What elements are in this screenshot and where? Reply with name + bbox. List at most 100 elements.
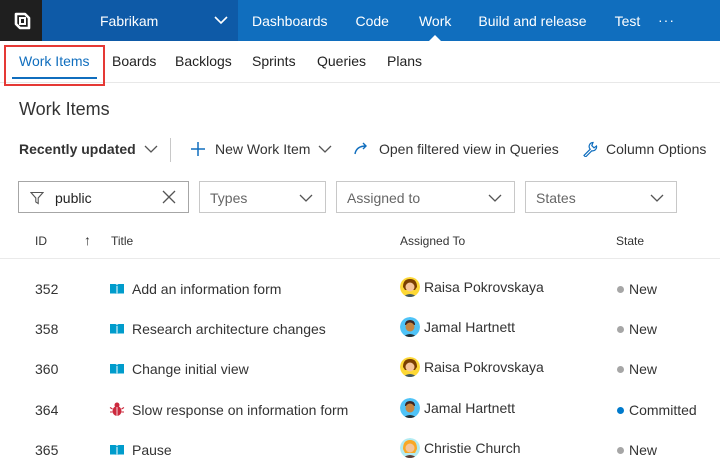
table-row[interactable]: 365 Pause Christie Church New — [0, 429, 720, 468]
nav-build-label: Build and release — [478, 12, 587, 29]
nav-work[interactable]: Work — [419, 0, 451, 41]
keyword-filter-value: public — [55, 190, 92, 206]
avatar — [400, 317, 420, 337]
avatar — [400, 357, 420, 377]
user-avatar-icon — [400, 317, 420, 337]
user-avatar-icon — [400, 438, 420, 458]
chevron-down-icon — [488, 194, 502, 202]
assigned-to-name: Raisa Pokrovskaya — [424, 279, 544, 295]
state-label: New — [629, 281, 658, 297]
plus-icon — [191, 142, 205, 156]
keyword-filter-input[interactable]: public — [18, 181, 189, 213]
work-item-title[interactable]: Slow response on information form — [132, 402, 348, 418]
bug-icon — [109, 402, 125, 416]
assigned-to-name: Jamal Hartnett — [424, 400, 516, 416]
state-label: Committed — [629, 402, 697, 418]
header-divider — [0, 258, 720, 259]
new-work-item-button[interactable]: New Work Item — [190, 141, 332, 157]
work-item-id: 352 — [35, 281, 59, 297]
table-row[interactable]: 364 Slow response on information form Ja… — [0, 389, 720, 429]
state-indicator-dot — [617, 366, 624, 373]
column-options-button[interactable]: Column Options — [582, 141, 706, 157]
book-icon — [110, 324, 124, 335]
close-icon[interactable] — [162, 190, 176, 204]
work-item-id: 358 — [35, 321, 59, 337]
user-avatar-icon — [400, 277, 420, 297]
work-item-id: 364 — [35, 402, 59, 418]
page-title: Work Items — [19, 99, 110, 119]
avatar — [400, 398, 420, 418]
toolbar-divider — [170, 138, 171, 162]
user-avatar-icon — [400, 357, 420, 377]
nav-build-and-release[interactable]: Build and release — [478, 0, 586, 41]
column-header-assigned-to[interactable]: Assigned To — [400, 234, 465, 248]
types-filter-dropdown[interactable]: Types — [199, 181, 326, 213]
nav-dashboards-label: Dashboards — [252, 12, 328, 29]
work-item-title[interactable]: Add an information form — [132, 281, 281, 297]
nav-code-label: Code — [355, 12, 389, 29]
view-selector-label: Recently updated — [19, 141, 136, 157]
highlight-frame — [4, 45, 105, 86]
nav-test[interactable]: Test — [615, 0, 641, 41]
new-work-item-label: New Work Item — [215, 141, 311, 157]
vsts-logo-button[interactable] — [0, 0, 42, 41]
share-arrow-icon — [354, 142, 367, 155]
project-selector[interactable]: Fabrikam — [42, 0, 238, 41]
book-icon — [110, 364, 124, 375]
vsts-logo-icon — [14, 12, 31, 29]
states-filter-label: States — [536, 190, 576, 206]
chevron-down-icon — [299, 194, 313, 202]
table-row[interactable]: 358 Research architecture changes Jamal … — [0, 308, 720, 348]
table-row[interactable]: 352 Add an information form Raisa Pokrov… — [0, 268, 720, 308]
state-label: New — [629, 321, 658, 337]
view-selector[interactable]: Recently updated — [19, 141, 158, 157]
tab-sprints[interactable]: Sprints — [252, 53, 296, 69]
work-item-title[interactable]: Change initial view — [132, 361, 249, 377]
chevron-down-icon — [318, 145, 332, 153]
sort-ascending-icon[interactable]: ↑ — [84, 232, 91, 248]
table-row[interactable]: 360 Change initial view Raisa Pokrovskay… — [0, 348, 720, 388]
book-icon — [110, 284, 124, 295]
state-indicator-dot — [617, 326, 624, 333]
state-indicator-dot — [617, 286, 624, 293]
avatar — [400, 277, 420, 297]
nav-test-label: Test — [614, 12, 641, 29]
assigned-to-name: Christie Church — [424, 440, 521, 456]
work-item-title[interactable]: Research architecture changes — [132, 321, 326, 337]
column-header-id[interactable]: ID — [35, 234, 47, 248]
column-header-title[interactable]: Title — [111, 234, 133, 248]
assigned-to-name: Raisa Pokrovskaya — [424, 359, 544, 375]
work-item-id: 360 — [35, 361, 59, 377]
open-in-queries-button[interactable]: Open filtered view in Queries — [353, 141, 559, 157]
chevron-down-icon — [144, 145, 158, 153]
tab-boards[interactable]: Boards — [112, 53, 156, 69]
more-options-icon[interactable]: ··· — [658, 12, 675, 28]
work-item-id: 365 — [35, 442, 59, 458]
assigned-to-filter-dropdown[interactable]: Assigned to — [336, 181, 515, 213]
book-icon — [110, 445, 124, 456]
project-name: Fabrikam — [100, 12, 159, 29]
nav-work-label: Work — [418, 12, 452, 29]
tab-plans[interactable]: Plans — [387, 53, 422, 69]
state-label: New — [629, 442, 658, 458]
open-in-queries-label: Open filtered view in Queries — [379, 141, 559, 157]
column-options-label: Column Options — [606, 141, 707, 157]
work-item-title[interactable]: Pause — [132, 442, 172, 458]
filter-icon — [30, 191, 44, 205]
top-navigation-bar: Fabrikam Dashboards Code Work Build and … — [0, 0, 720, 41]
chevron-down-icon — [214, 16, 228, 25]
nav-code[interactable]: Code — [356, 0, 389, 41]
state-indicator-dot — [617, 407, 624, 414]
tab-queries[interactable]: Queries — [317, 53, 366, 69]
hub-group-nav: Dashboards Code Work Build and release T… — [238, 0, 640, 41]
states-filter-dropdown[interactable]: States — [525, 181, 677, 213]
nav-dashboards[interactable]: Dashboards — [252, 0, 328, 41]
types-filter-label: Types — [210, 190, 248, 206]
state-label: New — [629, 361, 658, 377]
wrench-icon — [583, 141, 598, 157]
chevron-down-icon — [650, 194, 664, 202]
avatar — [400, 438, 420, 458]
column-header-state[interactable]: State — [616, 234, 644, 248]
tab-backlogs[interactable]: Backlogs — [175, 53, 232, 69]
hub-tabs: Work Items Boards Backlogs Sprints Queri… — [0, 41, 720, 83]
